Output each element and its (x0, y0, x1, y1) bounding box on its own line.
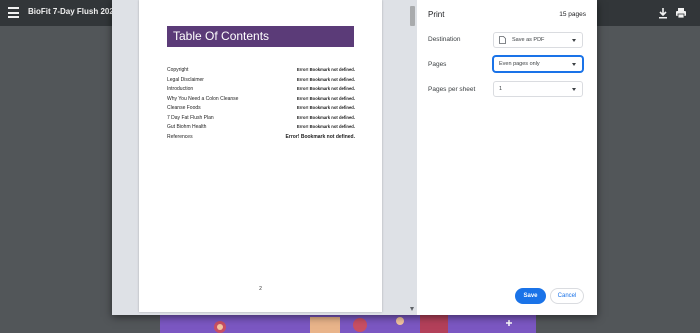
toc-entry-ref: Error! Bookmark not defined. (296, 76, 355, 82)
toc-row: Copyright Error! Bookmark not defined. (167, 67, 355, 77)
destination-value: Save as PDF (512, 37, 545, 43)
toc-row: Legal Disclaimer Error! Bookmark not def… (167, 77, 355, 87)
menu-icon[interactable] (8, 7, 19, 18)
page-count: 15 pages (559, 11, 586, 18)
toc-entry-ref: Error! Bookmark not defined. (296, 86, 355, 91)
pages-per-sheet-label: Pages per sheet (428, 86, 476, 93)
download-icon[interactable] (656, 6, 670, 20)
save-button[interactable]: Save (515, 288, 546, 304)
preview-page: Table Of Contents Copyright Error! Bookm… (139, 0, 382, 312)
toc-row: References Error! Bookmark not defined. (167, 134, 355, 144)
toc-row: Introduction Error! Bookmark not defined… (167, 86, 355, 96)
background-pdf-page (160, 313, 536, 333)
toc-row: Why You Need a Colon Cleanse Error! Book… (167, 96, 355, 106)
cancel-button[interactable]: Cancel (550, 288, 584, 304)
page-artwork-image (214, 315, 512, 333)
page-number: 2 (259, 286, 262, 292)
toc-entry-title: Cleanse Foods (167, 105, 201, 111)
toc-entry-title: Gut Biohm Health (167, 124, 207, 130)
toc-heading: Table Of Contents (167, 26, 354, 47)
toc-entry-ref: Error! Bookmark not defined. (296, 67, 355, 72)
chevron-down-icon (572, 63, 576, 66)
destination-label: Destination (428, 36, 461, 43)
toc-row: 7 Day Fat Flush Plan Error! Bookmark not… (167, 115, 355, 125)
dialog-title: Print (428, 10, 445, 19)
toc-row: Cleanse Foods Error! Bookmark not define… (167, 105, 355, 115)
toc-entry-title: Why You Need a Colon Cleanse (167, 95, 239, 102)
scroll-down-arrow-icon[interactable] (410, 307, 414, 311)
toc-entry-title: Legal Disclaimer (167, 76, 204, 83)
toc-entry-title: Introduction (167, 86, 194, 92)
toc-entry-title: References (167, 133, 193, 140)
toc-entry-ref: Error! Bookmark not defined. (296, 114, 355, 120)
toc-list: Copyright Error! Bookmark not defined. L… (167, 67, 355, 143)
preview-scrollbar[interactable] (408, 0, 417, 315)
pages-per-sheet-value: 1 (499, 86, 503, 92)
pages-label: Pages (428, 61, 447, 68)
toc-entry-title: Copyright (167, 67, 189, 73)
toc-entry-ref: Error! Bookmark not defined. (296, 95, 355, 101)
file-icon (499, 36, 506, 44)
destination-select[interactable]: Save as PDF (493, 32, 583, 48)
chevron-down-icon (572, 39, 576, 42)
toc-entry-ref: Error! Bookmark not defined. (296, 105, 355, 110)
print-settings-panel: Print 15 pages Destination Save as PDF P… (417, 0, 597, 315)
pages-value: Even pages only (499, 61, 540, 67)
print-dialog: Table Of Contents Copyright Error! Bookm… (112, 0, 597, 315)
chevron-down-icon (572, 88, 576, 91)
toc-entry-title: 7 Day Fat Flush Plan (167, 114, 214, 121)
print-preview-area: Table Of Contents Copyright Error! Bookm… (112, 0, 417, 315)
toc-entry-ref: Error! Bookmark not defined. (285, 133, 355, 140)
scrollbar-thumb[interactable] (410, 6, 415, 26)
toc-row: Gut Biohm Health Error! Bookmark not def… (167, 124, 355, 134)
pages-select[interactable]: Even pages only (493, 56, 583, 72)
print-icon[interactable] (674, 6, 688, 20)
pages-per-sheet-select[interactable]: 1 (493, 81, 583, 97)
toc-entry-ref: Error! Bookmark not defined. (296, 124, 355, 129)
